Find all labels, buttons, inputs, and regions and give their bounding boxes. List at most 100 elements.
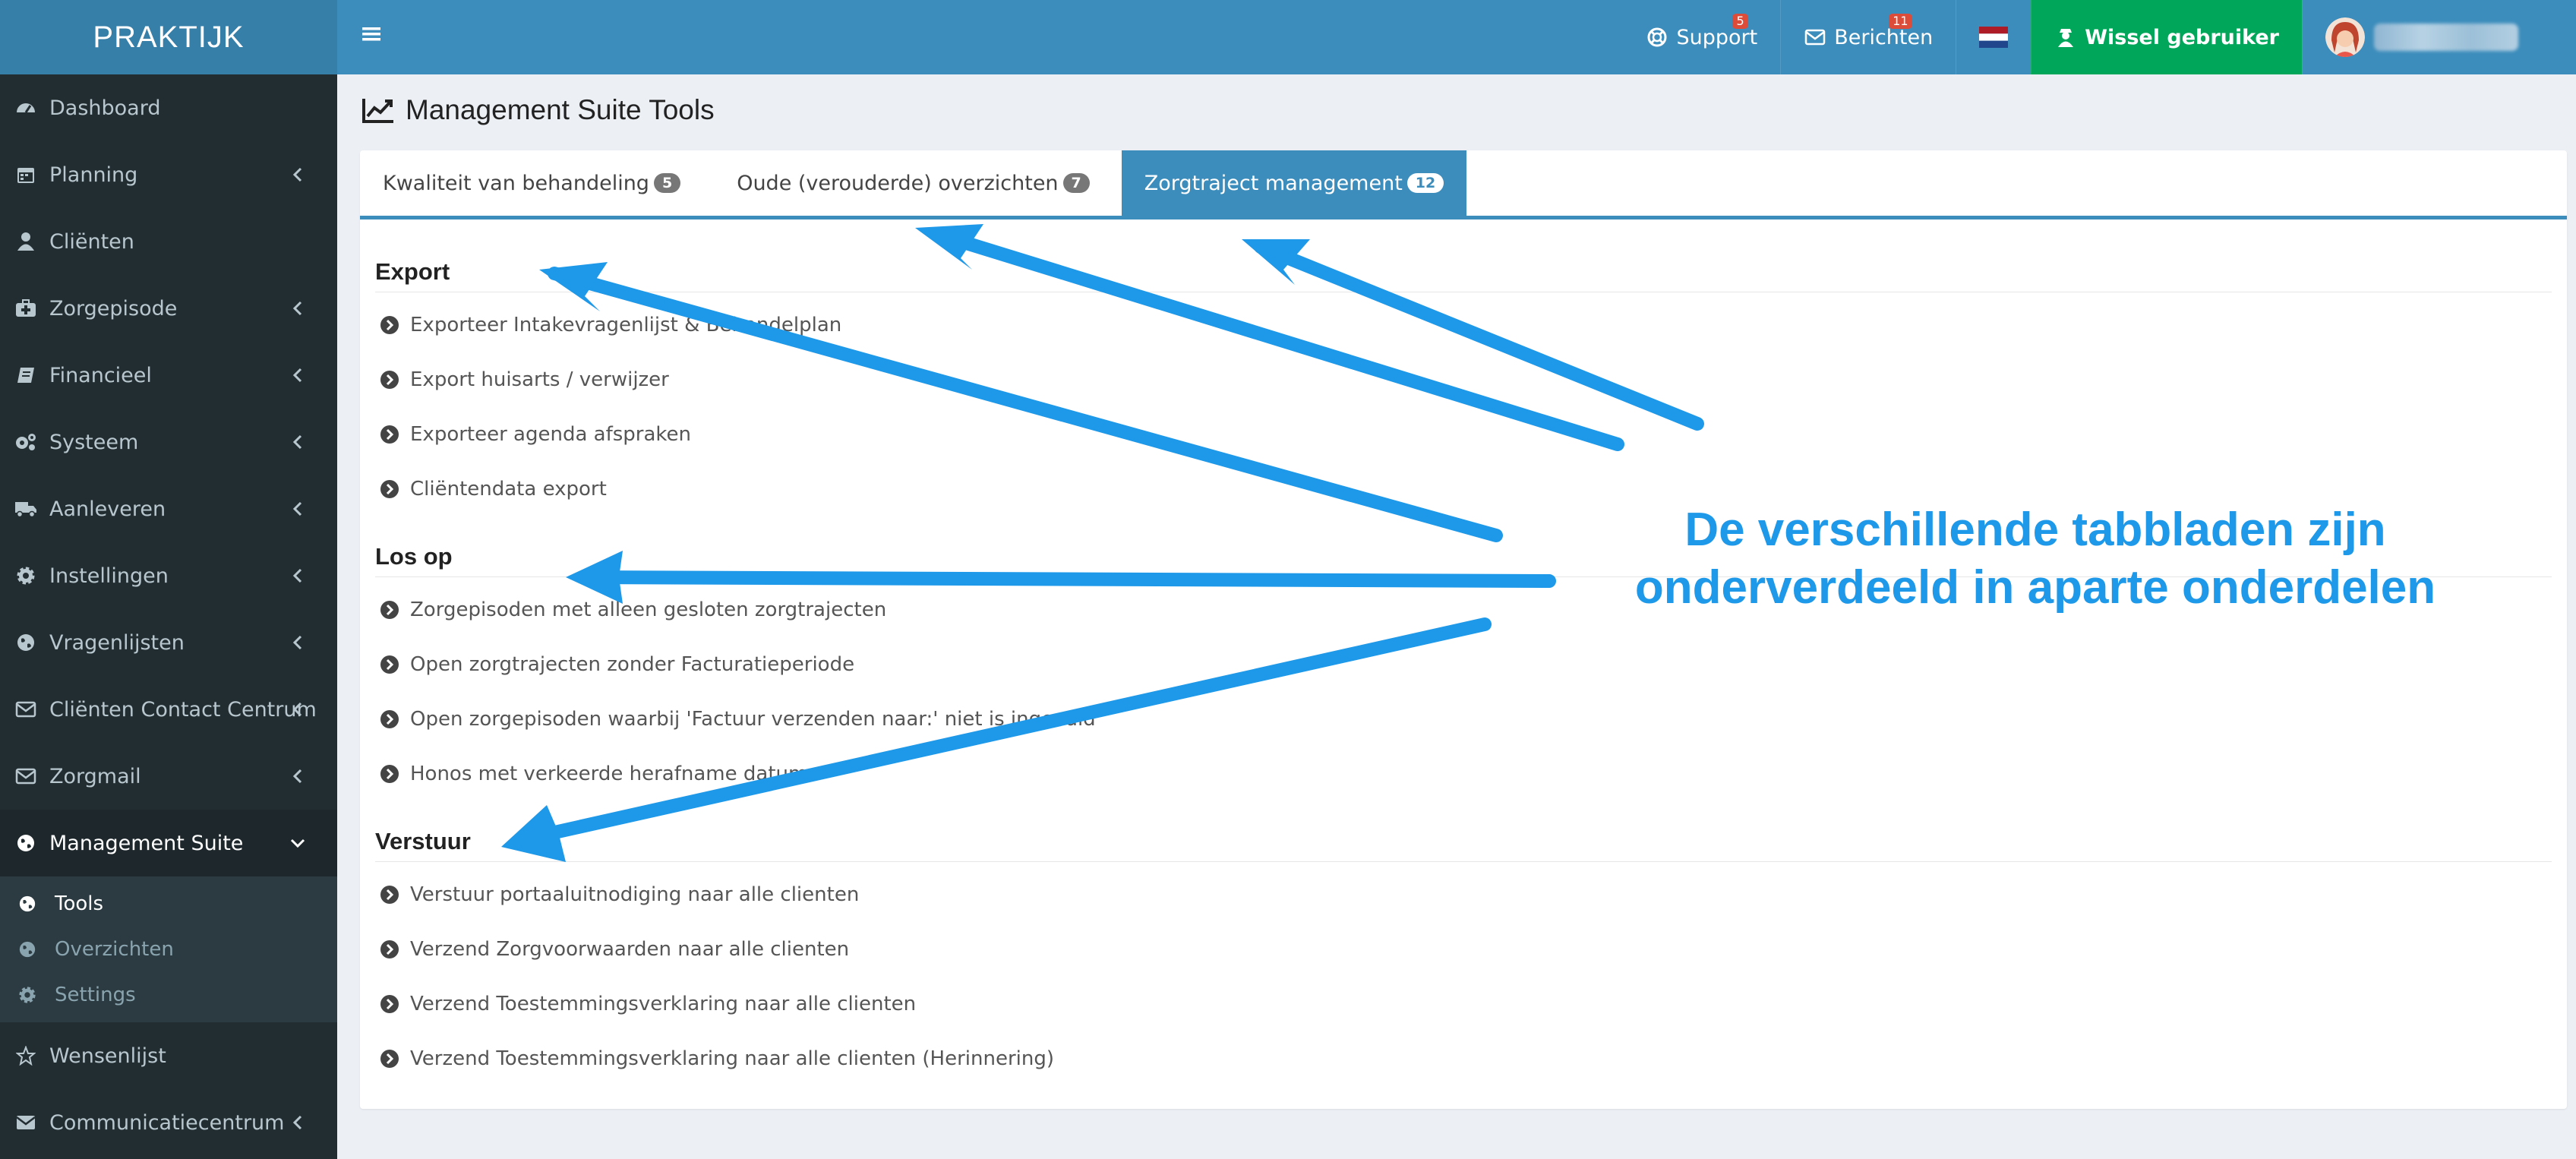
user-name-blurred (2374, 24, 2518, 51)
chevron-left-icon (287, 1112, 308, 1133)
sidebar-item-label: Aanleveren (49, 497, 166, 521)
tab-oude-overzichten[interactable]: Oude (verouderde) overzichten 7 (714, 150, 1113, 216)
list-item[interactable]: Cliëntendata export (380, 478, 607, 501)
sidebar-item-instellingen[interactable]: Instellingen (0, 542, 337, 609)
sidebar-item-clienten[interactable]: Cliënten (0, 208, 337, 275)
page-title-text: Management Suite Tools (406, 94, 715, 125)
user-icon (14, 229, 38, 254)
dutch-flag-icon (1979, 27, 2009, 48)
chevron-circle-right-icon (380, 710, 399, 728)
list-item[interactable]: Verzend Toestemmingsverklaring naar alle… (380, 993, 916, 1015)
list-item-label: Verstuur portaaluitnodiging naar alle cl… (410, 883, 860, 906)
sidebar-item-planning[interactable]: Planning (0, 141, 337, 208)
list-item-label: Exporteer Intakevragenlijst & Behandelpl… (410, 314, 842, 336)
sidebar-item-wensenlijst[interactable]: Wensenlijst (0, 1022, 337, 1089)
list-item[interactable]: Export huisarts / verwijzer (380, 368, 669, 391)
switch-user-button[interactable]: Wissel gebruiker (2031, 0, 2302, 74)
chevron-left-icon (287, 365, 308, 386)
list-item[interactable]: Zorgepisoden met alleen gesloten zorgtra… (380, 598, 886, 621)
sidebar-subitem-settings[interactable]: Settings (0, 972, 337, 1018)
chevron-circle-right-icon (380, 940, 399, 958)
sidebar-item-communicatiecentrum[interactable]: Communicatiecentrum (0, 1089, 337, 1156)
list-item-label: Exporteer agenda afspraken (410, 423, 692, 446)
main-content: Management Suite Tools Kwaliteit van beh… (337, 74, 2576, 1159)
sidebar-item-label: Zorgepisode (49, 296, 178, 321)
list-item[interactable]: Exporteer agenda afspraken (380, 423, 691, 446)
sidebar-subitem-overzichten[interactable]: Overzichten (0, 927, 337, 972)
medkit-icon (14, 296, 38, 321)
tools-panel: Kwaliteit van behandeling 5 Oude (veroud… (360, 150, 2567, 1109)
sidebar-item-label: Financieel (49, 363, 152, 387)
globe-icon (14, 630, 38, 655)
chevron-left-icon (287, 632, 308, 653)
sidebar-item-zorgepisode[interactable]: Zorgepisode (0, 275, 337, 342)
list-item[interactable]: Exporteer Intakevragenlijst & Behandelpl… (380, 314, 841, 336)
list-item[interactable]: Open zorgtrajecten zonder Facturatieperi… (380, 653, 854, 676)
switch-user-label: Wissel gebruiker (2085, 25, 2279, 49)
truck-icon (14, 497, 38, 521)
user-secret-icon (2054, 26, 2077, 49)
section-title-verstuur: Verstuur (375, 828, 2552, 862)
list-item[interactable]: Honos met verkeerde herafname datum (380, 763, 807, 785)
sidebar-item-vragenlijsten[interactable]: Vragenlijsten (0, 609, 337, 676)
user-menu[interactable] (2302, 0, 2576, 74)
chevron-circle-right-icon (380, 765, 399, 783)
sidebar-subitem-tools[interactable]: Tools (0, 881, 337, 927)
chevron-left-icon (287, 766, 308, 787)
language-selector[interactable] (1956, 0, 2031, 74)
gear-icon (17, 984, 38, 1006)
tab-bar: Kwaliteit van behandeling 5 Oude (veroud… (360, 150, 2567, 219)
globe-icon (17, 893, 38, 914)
list-item[interactable]: Open zorgepisoden waarbij 'Factuur verze… (380, 708, 1096, 731)
tab-label: Zorgtraject management (1144, 171, 1403, 195)
envelope-icon (14, 764, 38, 788)
list-item-label: Open zorgepisoden waarbij 'Factuur verze… (410, 708, 1096, 731)
chevron-left-icon (287, 699, 308, 720)
messages-label: Berichten (1834, 25, 1934, 49)
sidebar-item-label: Systeem (49, 430, 139, 454)
sidebar-item-financieel[interactable]: Financieel (0, 342, 337, 409)
life-ring-icon (1646, 26, 1668, 49)
sidebar-item-systeem[interactable]: Systeem (0, 409, 337, 475)
globe-icon (14, 831, 38, 855)
chevron-left-icon (287, 431, 308, 453)
sidebar-subitem-label: Overzichten (55, 938, 174, 961)
sidebar-menu-lower: Wensenlijst Communicatiecentrum (0, 1022, 337, 1156)
chevron-circle-right-icon (380, 655, 399, 674)
list-item[interactable]: Verzend Zorgvoorwaarden naar alle client… (380, 938, 849, 961)
sidebar-item-label: Cliënten Contact Centrum (49, 697, 317, 722)
sidebar-item-management-suite[interactable]: Management Suite (0, 810, 337, 876)
list-item[interactable]: Verstuur portaaluitnodiging naar alle cl… (380, 883, 859, 906)
sidebar: PRAKTIJK Dashboard Planning Cliënten Zor… (0, 0, 337, 1159)
sidebar-item-zorgmail[interactable]: Zorgmail (0, 743, 337, 810)
management-suite-submenu: Tools Overzichten Settings (0, 876, 337, 1022)
book-icon (14, 363, 38, 387)
chevron-circle-right-icon (380, 371, 399, 389)
messages-button[interactable]: Berichten 11 (1780, 0, 1956, 74)
tab-zorgtraject-management[interactable]: Zorgtraject management 12 (1121, 150, 1467, 216)
hamburger-menu-icon[interactable] (360, 23, 387, 50)
chevron-down-icon (287, 832, 308, 854)
sidebar-item-dashboard[interactable]: Dashboard (0, 74, 337, 141)
star-icon (14, 1044, 38, 1068)
sidebar-item-clienten-contact-centrum[interactable]: Cliënten Contact Centrum (0, 676, 337, 743)
tab-count-badge: 7 (1062, 173, 1090, 193)
annotation-line-2: onderverdeeld in aparte onderdelen (1634, 561, 2436, 614)
sidebar-item-label: Dashboard (49, 96, 161, 120)
list-item-label: Honos met verkeerde herafname datum (410, 763, 808, 785)
list-item[interactable]: Verzend Toestemmingsverklaring naar alle… (380, 1047, 1054, 1070)
sidebar-item-label: Communicatiecentrum (49, 1110, 285, 1135)
avatar (2325, 17, 2365, 57)
chevron-left-icon (287, 565, 308, 586)
support-button[interactable]: Support 5 (1623, 0, 1780, 74)
top-navbar: Support 5 Berichten 11 Wissel gebruiker (337, 0, 2576, 74)
chevron-circle-right-icon (380, 480, 399, 498)
list-item-label: Verzend Zorgvoorwaarden naar alle client… (410, 938, 850, 961)
sidebar-item-aanleveren[interactable]: Aanleveren (0, 475, 337, 542)
app-logo[interactable]: PRAKTIJK (0, 0, 337, 74)
envelope-icon (1804, 26, 1826, 49)
envelope-icon (14, 697, 38, 722)
tab-kwaliteit-van-behandeling[interactable]: Kwaliteit van behandeling 5 (360, 150, 703, 216)
navbar-right: Support 5 Berichten 11 Wissel gebruiker (1623, 0, 2576, 74)
list-item-label: Zorgepisoden met alleen gesloten zorgtra… (410, 598, 887, 621)
